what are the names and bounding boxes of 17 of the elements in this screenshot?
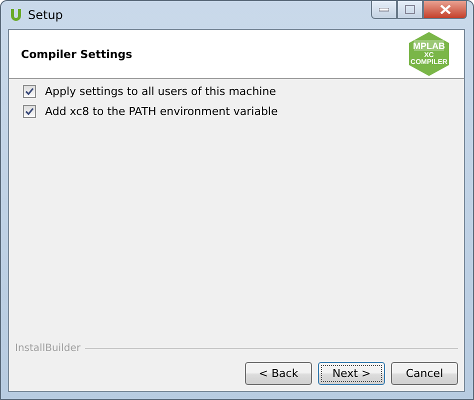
minimize-button[interactable]	[371, 1, 397, 19]
maximize-button[interactable]	[397, 1, 423, 19]
checkbox[interactable]	[23, 85, 36, 98]
close-icon	[440, 5, 450, 14]
close-button[interactable]	[423, 1, 467, 19]
maximize-icon	[405, 5, 415, 14]
app-icon	[9, 7, 23, 23]
checkbox-label: Add xc8 to the PATH environment variable	[45, 105, 278, 118]
checkbox[interactable]	[23, 105, 36, 118]
dialog-button[interactable]: Cancel	[391, 362, 458, 385]
window-title: Setup	[28, 8, 63, 22]
dialog-button[interactable]: < Back	[245, 362, 312, 385]
minimize-icon	[379, 8, 389, 12]
page-title: Compiler Settings	[21, 48, 132, 60]
checkbox-label: Apply settings to all users of this machine	[45, 85, 276, 98]
dialog-button[interactable]: Next >	[318, 362, 385, 385]
brand-label: InstallBuilder	[15, 343, 80, 354]
